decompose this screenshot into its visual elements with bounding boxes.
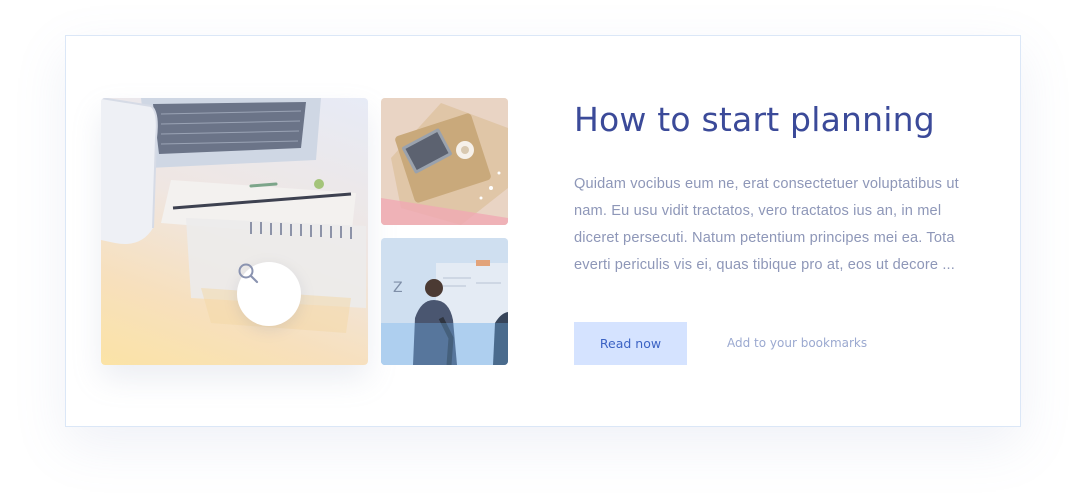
search-icon (238, 263, 259, 284)
people-at-whiteboard-photo: Z (381, 238, 508, 365)
read-now-button[interactable]: Read now (574, 322, 687, 365)
bottom-gallery-image[interactable]: Z (381, 238, 508, 365)
article-description: Quidam vocibus eum ne, erat consectetuer… (574, 176, 959, 273)
add-bookmark-link[interactable]: Add to your bookmarks (727, 336, 867, 350)
svg-text:Z: Z (393, 280, 403, 296)
article-title: How to start planning (574, 100, 935, 139)
desk-laptop-notebook-photo (101, 98, 366, 333)
laptop-on-tray-photo (381, 98, 508, 225)
top-gallery-image[interactable] (381, 98, 508, 225)
zoom-button[interactable] (237, 262, 301, 326)
main-gallery-image[interactable] (101, 98, 368, 365)
article-card: Z How to start planning Quidam vocibus e… (65, 35, 1021, 427)
